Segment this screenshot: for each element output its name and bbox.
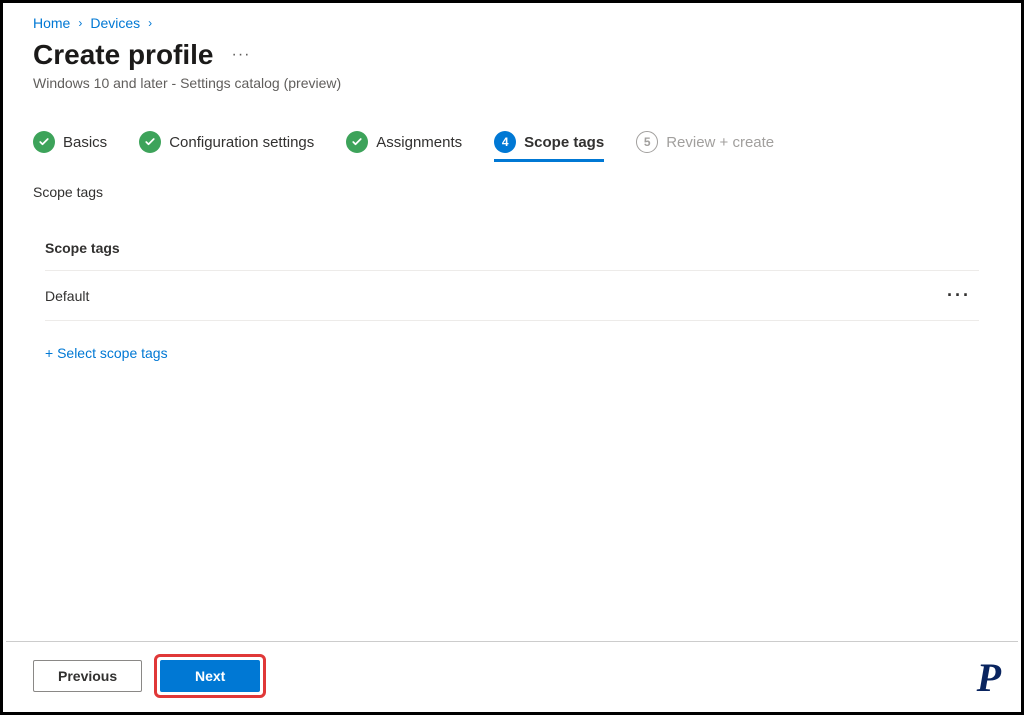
- section-heading: Scope tags: [33, 184, 991, 200]
- table-row: Default ···: [45, 271, 979, 321]
- breadcrumb-home[interactable]: Home: [33, 15, 70, 31]
- more-icon[interactable]: ···: [947, 285, 979, 306]
- step-assignments[interactable]: Assignments: [346, 131, 462, 162]
- footer-divider: [6, 641, 1018, 642]
- scope-tag-name: Default: [45, 288, 89, 304]
- step-label: Review + create: [666, 134, 774, 151]
- checkmark-icon: [346, 131, 368, 153]
- more-icon[interactable]: ···: [232, 46, 251, 64]
- next-button-highlight: Next: [154, 654, 266, 698]
- table-column-header: Scope tags: [45, 240, 979, 271]
- wizard-stepper: Basics Configuration settings Assignment…: [33, 131, 991, 162]
- step-review-create[interactable]: 5 Review + create: [636, 131, 774, 162]
- breadcrumb-devices[interactable]: Devices: [90, 15, 140, 31]
- step-scope-tags[interactable]: 4 Scope tags: [494, 131, 604, 162]
- wizard-footer: Previous Next: [33, 654, 266, 698]
- step-label: Configuration settings: [169, 134, 314, 151]
- select-scope-tags-link[interactable]: + Select scope tags: [45, 321, 979, 361]
- previous-button[interactable]: Previous: [33, 660, 142, 692]
- page-title: Create profile: [33, 39, 214, 71]
- step-label: Basics: [63, 134, 107, 151]
- step-config-settings[interactable]: Configuration settings: [139, 131, 314, 162]
- chevron-right-icon: ›: [148, 16, 152, 30]
- checkmark-icon: [139, 131, 161, 153]
- checkmark-icon: [33, 131, 55, 153]
- breadcrumb: Home › Devices ›: [33, 15, 991, 31]
- step-label: Scope tags: [524, 134, 604, 151]
- chevron-right-icon: ›: [78, 16, 82, 30]
- step-number-icon: 5: [636, 131, 658, 153]
- next-button[interactable]: Next: [160, 660, 260, 692]
- page-subtitle: Windows 10 and later - Settings catalog …: [33, 75, 991, 91]
- step-number-icon: 4: [494, 131, 516, 153]
- step-label: Assignments: [376, 134, 462, 151]
- brand-logo: P: [977, 658, 1001, 698]
- step-basics[interactable]: Basics: [33, 131, 107, 162]
